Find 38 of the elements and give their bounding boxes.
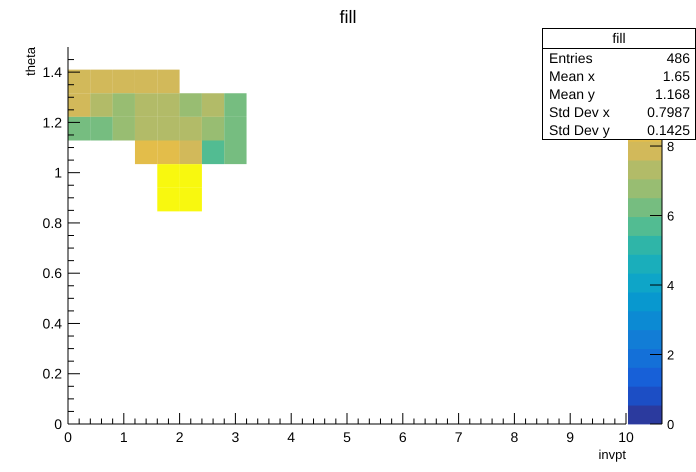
y-tick-label: 0.4 (42, 315, 62, 332)
color-scale-label: 0 (667, 417, 674, 432)
stats-value: 1.168 (654, 85, 690, 103)
x-tick-label: 1 (120, 429, 128, 445)
color-scale-label: 8 (667, 139, 674, 154)
y-tick-label: 0 (54, 416, 62, 432)
stats-label: Mean x (549, 67, 595, 85)
y-tick-label: 0.8 (42, 214, 62, 231)
y-tick-label: 1.2 (42, 114, 62, 130)
stats-title: fill (543, 29, 695, 49)
stats-value: 0.7987 (647, 103, 690, 121)
x-tick-label: 8 (510, 429, 518, 445)
x-tick-label: 10 (618, 429, 634, 445)
stats-value: 486 (666, 49, 690, 67)
y-tick-label: 0.6 (42, 265, 62, 282)
x-tick-label: 4 (287, 429, 296, 445)
y-tick-label: 0.2 (42, 366, 62, 382)
y-axis-title: theta (23, 47, 38, 76)
x-tick-label: 0 (64, 429, 72, 445)
stats-label: Std Dev y (549, 121, 610, 139)
stats-value: 0.1425 (647, 121, 690, 139)
y-tick-label: 1 (54, 164, 62, 181)
x-tick-label: 7 (454, 429, 462, 445)
x-tick-label: 3 (232, 429, 240, 445)
color-scale-label: 4 (667, 278, 674, 294)
color-scale-label: 6 (667, 208, 674, 224)
stats-label: Mean y (549, 85, 595, 103)
y-tick-label: 1.4 (42, 64, 62, 80)
x-tick-label: 2 (176, 429, 184, 445)
x-tick-label: 5 (343, 429, 351, 445)
chart-title: fill (340, 6, 356, 28)
x-tick-label: 6 (398, 429, 407, 445)
color-scale-label: 2 (667, 348, 674, 362)
stats-label: Std Dev x (549, 103, 610, 121)
x-axis-title: invpt (598, 447, 626, 462)
x-tick-label: 9 (566, 429, 574, 445)
stats-label: Entries (549, 49, 593, 67)
stats-value: 1.65 (662, 67, 690, 85)
